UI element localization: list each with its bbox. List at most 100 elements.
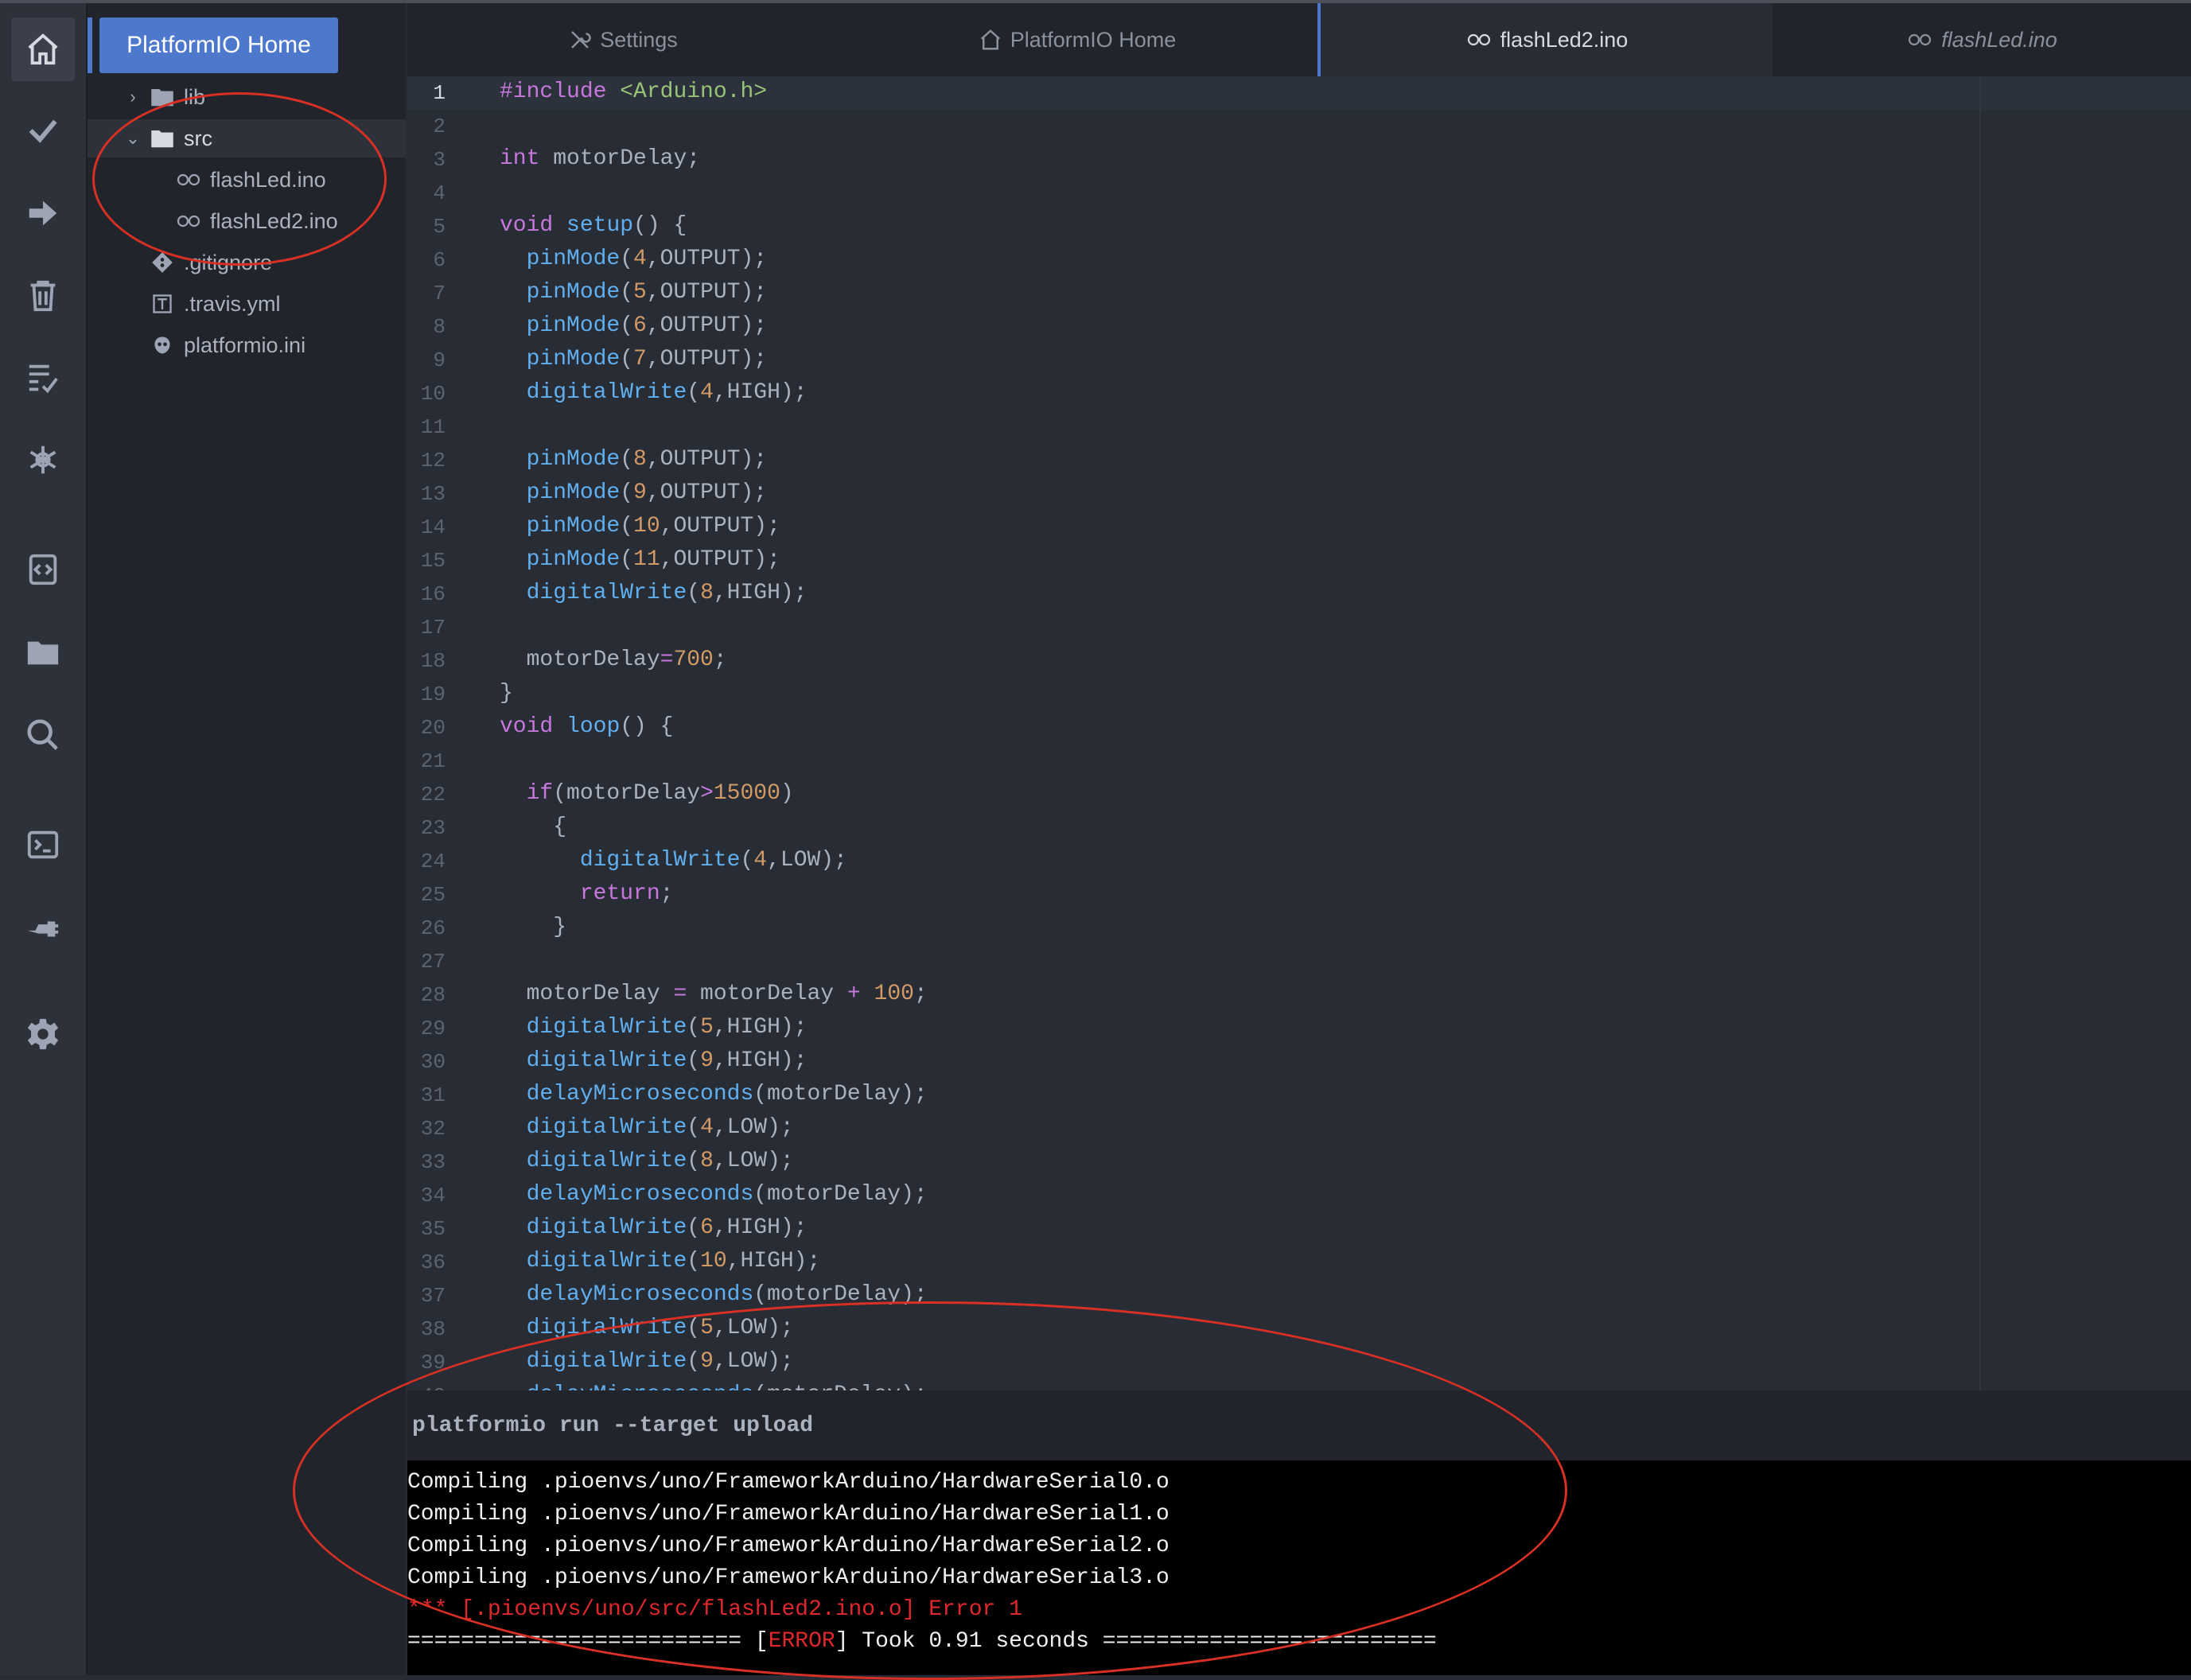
build-check-icon[interactable] [11, 99, 75, 162]
code-token: 8 [633, 447, 647, 472]
trash-icon[interactable] [11, 264, 75, 328]
code-token: 8 [700, 1149, 714, 1173]
code-line: digitalWrite(5,HIGH); [500, 1015, 808, 1040]
tab-flashled[interactable]: flashLed.ino [1773, 3, 2191, 76]
code-line: motorDelay = motorDelay + 100; [500, 982, 928, 1006]
code-token: ( [687, 581, 701, 605]
line-number: 17 [420, 616, 446, 640]
code-token: digitalWrite [526, 1048, 687, 1073]
settings-gear-icon[interactable] [11, 1002, 75, 1066]
code-token: ( [687, 1249, 701, 1274]
tab-platformio-home[interactable]: PlatformIO Home [839, 3, 1316, 76]
code-token: ,OUTPUT); [660, 514, 780, 539]
code-token: > [700, 781, 714, 806]
code-token: ,LOW); [713, 1115, 794, 1140]
line-number: 34 [420, 1184, 446, 1208]
code-token: setup [566, 213, 634, 238]
code-token: delayMicroseconds [526, 1182, 754, 1207]
line-number: 14 [420, 515, 446, 539]
tab-flashled2-label: flashLed2.ino [1500, 27, 1629, 52]
code-token: ( [620, 547, 634, 572]
code-line: digitalWrite(4,LOW); [500, 848, 847, 873]
code-line: pinMode(10,OUTPUT); [500, 514, 780, 539]
folder-icon [149, 84, 176, 111]
line-number: 3 [433, 148, 446, 172]
terminal-output[interactable]: Compiling .pioenvs/uno/FrameworkArduino/… [407, 1460, 2191, 1675]
tree-file-gitignore[interactable]: .gitignore [149, 243, 272, 282]
tree-label-travis: .travis.yml [184, 291, 281, 316]
code-token: digitalWrite [579, 848, 741, 873]
line-number: 40 [407, 1384, 446, 1390]
code-token: ( [687, 1015, 701, 1040]
code-token: (motorDelay); [753, 1282, 928, 1307]
code-token: 9 [700, 1349, 714, 1374]
tab-settings-label: Settings [600, 27, 678, 52]
git-icon [149, 249, 176, 276]
code-token: { [500, 815, 567, 839]
tab-settings[interactable]: Settings [407, 3, 839, 76]
checklist-icon[interactable] [11, 347, 75, 410]
tree-file-flashled2[interactable]: flashLed2.ino [175, 202, 338, 240]
line-number: 32 [420, 1117, 446, 1141]
code-token: () { [633, 213, 687, 238]
terminal-line: Compiling .pioenvs/uno/FrameworkArduino/… [407, 1502, 1169, 1526]
code-line: digitalWrite(8,LOW); [500, 1149, 794, 1173]
code-editor[interactable]: 1 #include <Arduino.h> 2 3 int motorDelay; 4 5… [407, 76, 2191, 1390]
terminal-icon[interactable] [11, 813, 75, 877]
tree-folder-lib[interactable]: › lib [123, 78, 205, 116]
code-token: ( [620, 280, 634, 305]
code-token: 9 [700, 1048, 714, 1073]
code-token: ( [620, 514, 634, 539]
tab-flashled2[interactable]: flashLed2.ino [1317, 3, 1773, 76]
tree-file-platformio-ini[interactable]: platformio.ini [149, 326, 305, 364]
debug-bug-icon[interactable] [11, 428, 75, 492]
line-number: 36 [420, 1250, 446, 1274]
code-token: ( [620, 247, 634, 271]
code-token: digitalWrite [526, 1115, 687, 1140]
code-token: ( [620, 347, 634, 371]
platformio-home-button[interactable]: PlatformIO Home [99, 18, 338, 73]
tree-label-lib: lib [184, 84, 206, 109]
code-token: ( [687, 1115, 701, 1140]
home-icon[interactable] [11, 18, 75, 81]
tree-label-platformio-ini: platformio.ini [184, 332, 306, 357]
line-number: 19 [420, 682, 446, 706]
code-token: 5 [700, 1015, 714, 1040]
tree-file-flashled[interactable]: flashLed.ino [175, 161, 326, 199]
serial-plug-icon[interactable] [11, 896, 75, 959]
search-icon[interactable] [11, 703, 75, 767]
tab-flashled-label: flashLed.ino [1941, 27, 2057, 52]
line-number: 37 [420, 1284, 446, 1308]
code-token: 9 [633, 480, 647, 505]
code-token: ,HIGH); [713, 1215, 808, 1240]
code-token: 4 [633, 247, 647, 271]
code-token: motorDelay; [539, 146, 701, 171]
code-line: } [500, 681, 513, 706]
tree-file-travis[interactable]: .travis.yml [149, 285, 281, 323]
code-token: pinMode [526, 514, 621, 539]
code-token: + [846, 982, 861, 1006]
folder-open-icon [149, 125, 176, 152]
folder-icon[interactable] [11, 620, 75, 684]
upload-arrow-icon[interactable] [11, 181, 75, 245]
tree-label-gitignore: .gitignore [184, 250, 273, 274]
code-line: void loop() { [500, 714, 673, 739]
code-file-icon[interactable] [11, 538, 75, 601]
tree-label-src: src [184, 126, 212, 150]
line-number: 7 [433, 282, 446, 305]
code-line: { [500, 815, 566, 839]
code-line: return; [500, 881, 674, 906]
line-number: 33 [420, 1150, 446, 1174]
code-line: pinMode(4,OUTPUT); [500, 247, 767, 271]
tree-folder-src[interactable]: ⌄ src [123, 119, 212, 158]
code-token: ( [687, 1316, 701, 1340]
